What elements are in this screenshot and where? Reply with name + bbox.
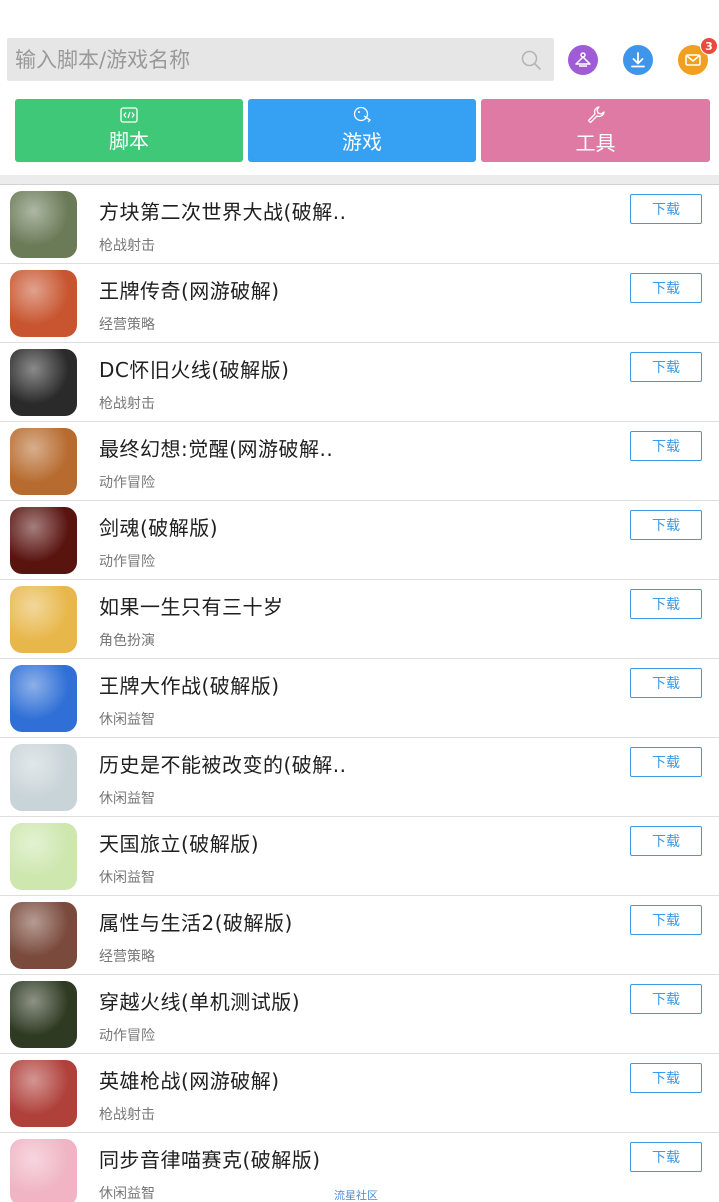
download-button[interactable]: 下载 [630, 668, 702, 698]
list-item[interactable]: 英雄枪战(网游破解) 枪战射击 下载 [0, 1054, 719, 1133]
download-button[interactable]: 下载 [630, 510, 702, 540]
list-item[interactable]: 王牌大作战(破解版) 休闲益智 下载 [0, 659, 719, 738]
game-category: 休闲益智 [99, 870, 155, 886]
list-item[interactable]: 王牌传奇(网游破解) 经营策略 下载 [0, 264, 719, 343]
download-button[interactable]: 下载 [630, 431, 702, 461]
game-title[interactable]: 王牌传奇(网游破解) [99, 275, 280, 304]
wrench-icon [587, 106, 605, 124]
game-icon[interactable] [10, 586, 77, 653]
search-icon[interactable] [520, 49, 542, 71]
game-title[interactable]: 王牌大作战(破解版) [99, 670, 280, 699]
game-title[interactable]: 最终幻想:觉醒(网游破解.. [99, 433, 333, 462]
section-divider [0, 175, 719, 185]
search-input[interactable] [7, 38, 507, 81]
top-bar: 3 脚本 游戏 工具 [0, 0, 719, 175]
game-title[interactable]: 属性与生活2(破解版) [99, 907, 293, 936]
list-item[interactable]: 最终幻想:觉醒(网游破解.. 动作冒险 下载 [0, 422, 719, 501]
game-category: 角色扮演 [99, 633, 155, 649]
category-label: 脚本 [109, 129, 149, 153]
game-category: 休闲益智 [99, 1186, 155, 1202]
game-list: 方块第二次世界大战(破解.. 枪战射击 下载 王牌传奇(网游破解) 经营策略 下载 DC怀旧… [0, 185, 719, 1202]
game-category: 动作冒险 [99, 1028, 155, 1044]
game-title[interactable]: DC怀旧火线(破解版) [99, 354, 289, 383]
watermark-text: 流星社区 [334, 1189, 378, 1202]
category-script-button[interactable]: 脚本 [15, 99, 243, 162]
list-item[interactable]: 如果一生只有三十岁角色扮演 下载 [0, 580, 719, 659]
search-box[interactable] [7, 38, 554, 81]
game-icon[interactable] [10, 665, 77, 732]
download-button[interactable]: 下载 [630, 984, 702, 1014]
game-title[interactable]: 天国旅立(破解版) [99, 828, 259, 857]
download-icon[interactable] [623, 45, 653, 75]
code-icon [120, 107, 138, 123]
category-label: 工具 [575, 131, 616, 155]
game-icon[interactable] [10, 270, 77, 337]
list-item[interactable]: 属性与生活2(破解版) 经营策略 下载 [0, 896, 719, 975]
list-item[interactable]: 方块第二次世界大战(破解.. 枪战射击 下载 [0, 185, 719, 264]
game-title[interactable]: 剑魂(破解版) [99, 512, 218, 541]
list-item[interactable]: 天国旅立(破解版) 休闲益智 下载 [0, 817, 719, 896]
download-button[interactable]: 下载 [630, 1063, 702, 1093]
download-button[interactable]: 下载 [630, 589, 702, 619]
download-button[interactable]: 下载 [630, 905, 702, 935]
game-icon[interactable] [10, 1139, 77, 1202]
game-icon[interactable] [10, 349, 77, 416]
list-item[interactable]: 剑魂(破解版) 动作冒险 下载 [0, 501, 719, 580]
category-tool-button[interactable]: 工具 [481, 99, 710, 162]
download-button[interactable]: 下载 [630, 1142, 702, 1172]
hanger-icon[interactable] [568, 45, 598, 75]
download-button[interactable]: 下载 [630, 273, 702, 303]
category-game-button[interactable]: 游戏 [248, 99, 476, 162]
category-label: 游戏 [342, 130, 382, 154]
game-icon[interactable] [10, 507, 77, 574]
game-icon[interactable] [10, 191, 77, 258]
game-category: 休闲益智 [99, 712, 155, 728]
game-icon[interactable] [10, 981, 77, 1048]
list-item[interactable]: DC怀旧火线(破解版) 枪战射击 下载 [0, 343, 719, 422]
download-button[interactable]: 下载 [630, 826, 702, 856]
game-category: 经营策略 [99, 949, 155, 965]
game-category: 休闲益智 [99, 791, 155, 807]
download-button[interactable]: 下载 [630, 747, 702, 777]
game-category: 枪战射击 [99, 396, 155, 412]
game-icon[interactable] [10, 1060, 77, 1127]
game-category: 枪战射击 [99, 238, 155, 254]
game-icon[interactable] [10, 902, 77, 969]
game-title[interactable]: 方块第二次世界大战(破解.. [99, 196, 347, 225]
game-category: 动作冒险 [99, 475, 155, 491]
notification-badge: 3 [700, 37, 718, 55]
game-title[interactable]: 如果一生只有三十岁 [99, 591, 284, 620]
list-item[interactable]: 历史是不能被改变的(破解.. 休闲益智 下载 [0, 738, 719, 817]
download-button[interactable]: 下载 [630, 194, 702, 224]
game-icon[interactable] [10, 428, 77, 495]
game-title[interactable]: 历史是不能被改变的(破解.. [99, 749, 347, 778]
game-title[interactable]: 穿越火线(单机测试版) [99, 986, 300, 1015]
game-title[interactable]: 同步音律喵赛克(破解版) [99, 1144, 321, 1173]
game-category: 枪战射击 [99, 1107, 155, 1123]
game-category: 动作冒险 [99, 554, 155, 570]
game-title[interactable]: 英雄枪战(网游破解) [99, 1065, 280, 1094]
download-button[interactable]: 下载 [630, 352, 702, 382]
list-item[interactable]: 穿越火线(单机测试版) 动作冒险 下载 [0, 975, 719, 1054]
game-icon[interactable] [10, 744, 77, 811]
game-pad-icon [353, 106, 372, 123]
game-category: 经营策略 [99, 317, 155, 333]
game-icon[interactable] [10, 823, 77, 890]
